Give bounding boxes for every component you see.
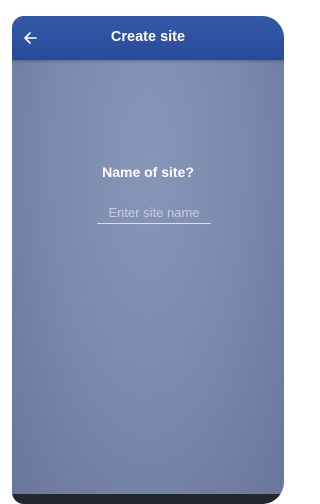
page-title: Create site: [110, 29, 186, 45]
device-bottom-edge: [12, 494, 284, 504]
site-name-question: Name of site?: [102, 164, 194, 180]
site-name-input[interactable]: [97, 201, 211, 224]
app-bar: Create site: [12, 16, 284, 60]
phone-screen: Create site Name of site?: [12, 16, 284, 504]
